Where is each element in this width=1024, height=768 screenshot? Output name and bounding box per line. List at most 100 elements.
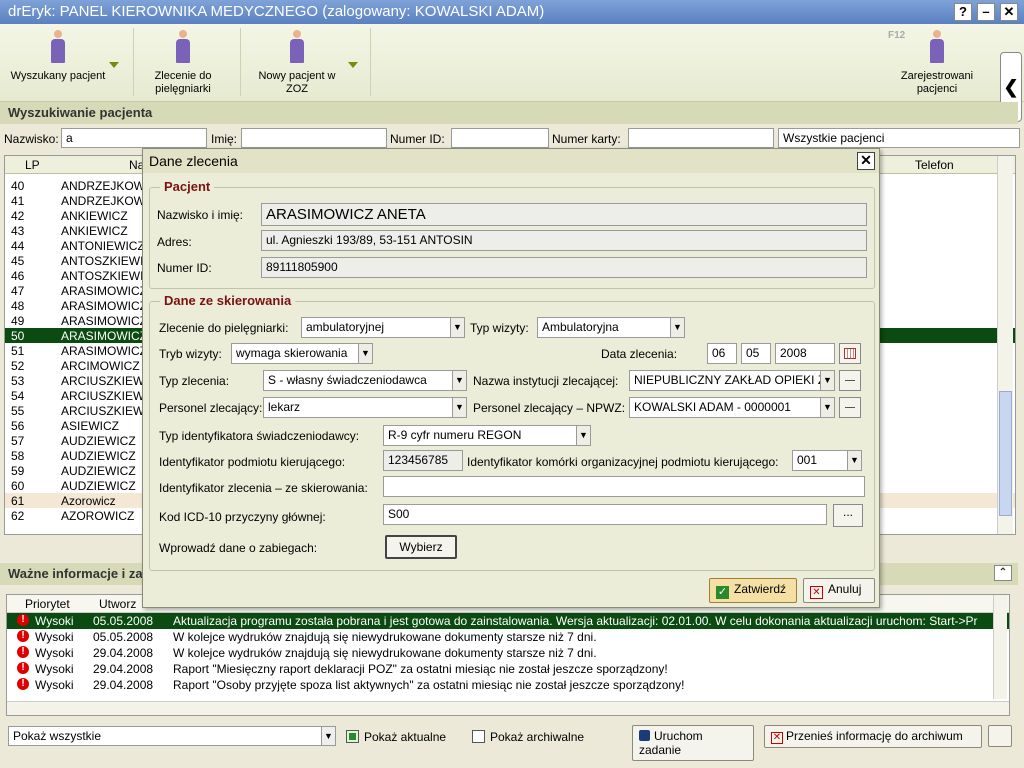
close-window-button[interactable]: ✕	[1000, 3, 1018, 21]
list-item[interactable]: ! Wysoki 29.04.2008 Raport "Osoby przyjęte …	[7, 677, 1009, 693]
show-current-checkbox[interactable]	[346, 730, 359, 743]
show-filter-select[interactable]: Pokaż wszystkie ▼	[8, 726, 336, 746]
referring-unit-select[interactable]: 001 ▼	[792, 450, 862, 471]
order-nurse-select[interactable]: ambulatoryjnej ▼	[301, 317, 465, 338]
search-section-header: Wyszukiwanie pacjenta	[0, 102, 1018, 124]
print-icon[interactable]	[988, 725, 1012, 747]
found-patient-button[interactable]: Wyszukany pacjent	[8, 30, 108, 83]
col-created[interactable]: Utworz	[99, 597, 136, 611]
surname-input[interactable]: a	[61, 128, 207, 148]
row-lp: 55	[11, 404, 25, 418]
info-section-title: Ważne informacje i zad	[8, 566, 151, 581]
order-nurse-button[interactable]: Zlecenie do pielęgniarki	[144, 30, 222, 96]
visit-type-select[interactable]: Ambulatoryjna ▼	[537, 317, 685, 338]
row-lp: 59	[11, 464, 25, 478]
minimize-button[interactable]: –	[977, 3, 995, 21]
select-procedures-button[interactable]: Wybierz	[385, 535, 457, 559]
chevron-down-icon[interactable]: ▼	[820, 371, 834, 390]
patient-group-title: Pacjent	[160, 179, 215, 194]
found-patient-dropdown-icon[interactable]	[109, 62, 119, 68]
collapse-info-button[interactable]: ⌃	[994, 565, 1012, 581]
date-year-field[interactable]: 2008	[775, 343, 835, 364]
new-patient-dropdown-icon[interactable]	[348, 62, 358, 68]
chevron-down-icon[interactable]: ▼	[321, 727, 335, 745]
cancel-icon: ✕	[810, 586, 823, 599]
patient-name-field: ARASIMOWICZ ANETA	[261, 203, 867, 226]
provider-id-type-select[interactable]: R-9 cyfr numeru REGON ▼	[383, 425, 591, 446]
chevron-down-icon[interactable]: ▼	[452, 398, 466, 417]
message-cell: Raport "Osoby przyjęte spoza list aktywn…	[173, 678, 685, 692]
date-month-field[interactable]: 05	[741, 343, 771, 364]
info-vscroll[interactable]	[993, 595, 1007, 699]
show-archive-checkbox[interactable]	[472, 730, 485, 743]
new-patient-button[interactable]: Nowy pacjent w ZOZ	[252, 30, 342, 96]
confirm-button[interactable]: ✓ Zatwierdź	[709, 578, 797, 603]
registered-patients-button[interactable]: Zarejestrowani pacjenci	[894, 30, 980, 96]
referring-entity-field[interactable]: 123456785	[383, 450, 463, 471]
staff-npwz-value: KOWALSKI ADAM - 0000001	[634, 400, 791, 414]
list-item[interactable]: ! Wysoki 29.04.2008 W kolejce wydruków znaj…	[7, 645, 1009, 661]
col-priority[interactable]: Priorytet	[25, 597, 70, 611]
order-dialog: Dane zlecenia ✕ Pacjent Nazwisko i imię:…	[142, 148, 880, 608]
name-input[interactable]	[241, 128, 387, 148]
help-button[interactable]: ?	[954, 3, 972, 21]
grid-scroll-thumb[interactable]	[999, 391, 1012, 516]
date-day-field[interactable]: 06	[707, 343, 737, 364]
cancel-button[interactable]: ✕ Anuluj	[803, 578, 875, 603]
staff-select[interactable]: lekarz ▼	[263, 397, 467, 418]
date-cell: 05.05.2008	[93, 614, 154, 628]
found-patient-label: Wyszukany pacjent	[10, 70, 106, 82]
run-task-icon	[639, 730, 650, 741]
bottom-bar: Pokaż wszystkie ▼ Pokaż aktualne Pokaż a…	[0, 722, 1024, 761]
staff-npwz-select[interactable]: KOWALSKI ADAM - 0000001 ▼	[629, 397, 835, 418]
chevron-down-icon[interactable]: ▼	[452, 371, 466, 390]
toolbar-separator	[370, 28, 371, 96]
row-lp: 58	[11, 449, 25, 463]
row-name: ARASIMOWICZ	[61, 344, 147, 358]
chevron-down-icon[interactable]: ▼	[450, 318, 464, 337]
message-cell: Aktualizacja programu została pobrana i …	[173, 614, 978, 628]
visit-mode-select[interactable]: wymaga skierowania ▼	[231, 343, 373, 364]
col-phone[interactable]: Telefon	[915, 158, 954, 172]
id-label: Numer ID:	[390, 132, 445, 146]
priority-cell: Wysoki	[35, 630, 74, 644]
row-lp: 57	[11, 434, 25, 448]
list-item[interactable]: ! Wysoki 05.05.2008 Aktualizacja programu z…	[7, 613, 1009, 629]
chevron-down-icon[interactable]: ▼	[358, 344, 372, 363]
move-archive-button[interactable]: ✕ Przenieś informację do archiwum	[764, 725, 982, 748]
order-type-select[interactable]: S - własny świadczeniodawca ▼	[263, 370, 467, 391]
row-lp: 46	[11, 269, 25, 283]
row-lp: 41	[11, 194, 25, 208]
institution-select[interactable]: NIEPUBLICZNY ZAKŁAD OPIEKI Z ▼	[629, 370, 835, 391]
list-item[interactable]: ! Wysoki 05.05.2008 W kolejce wydruków znaj…	[7, 629, 1009, 645]
chevron-down-icon[interactable]: ▼	[576, 426, 590, 445]
calendar-icon[interactable]	[839, 343, 861, 364]
referral-id-field[interactable]	[383, 476, 865, 497]
referring-unit-value: 001	[797, 453, 818, 467]
list-item[interactable]: ! Wysoki 29.04.2008 Raport "Miesięczny rapo…	[7, 661, 1009, 677]
chevron-down-icon[interactable]: ▼	[847, 451, 861, 470]
new-patient-label: Nowy pacjent w ZOZ	[258, 70, 336, 95]
card-input[interactable]	[628, 128, 774, 148]
row-name: Azorowicz	[61, 494, 116, 508]
col-lp[interactable]: LP	[25, 158, 40, 172]
icd-browse-button[interactable]: ...	[833, 504, 863, 527]
chevron-down-icon[interactable]: ▼	[820, 398, 834, 417]
registered-patients-icon	[929, 30, 945, 64]
grid-scrollbar[interactable]	[997, 156, 1013, 534]
info-hscroll[interactable]	[7, 701, 1009, 715]
icd-field[interactable]: S00	[383, 504, 827, 525]
staff-clear-button[interactable]	[839, 397, 861, 418]
id-input[interactable]	[451, 128, 549, 148]
provider-id-type-value: R-9 cyfr numeru REGON	[388, 428, 522, 442]
institution-clear-button[interactable]	[839, 370, 861, 391]
order-nurse-value: ambulatoryjnej	[306, 320, 385, 334]
patient-filter-select[interactable]: Wszystkie pacjenci	[778, 128, 1020, 148]
row-lp: 47	[11, 284, 25, 298]
chevron-down-icon[interactable]: ▼	[670, 318, 684, 337]
row-lp: 53	[11, 374, 25, 388]
close-icon[interactable]: ✕	[857, 152, 875, 170]
provider-id-type-label: Typ identyfikatora świadczeniodawcy:	[159, 429, 360, 443]
run-task-button[interactable]: Uruchom zadanie	[632, 725, 754, 761]
card-label: Numer karty:	[552, 132, 621, 146]
